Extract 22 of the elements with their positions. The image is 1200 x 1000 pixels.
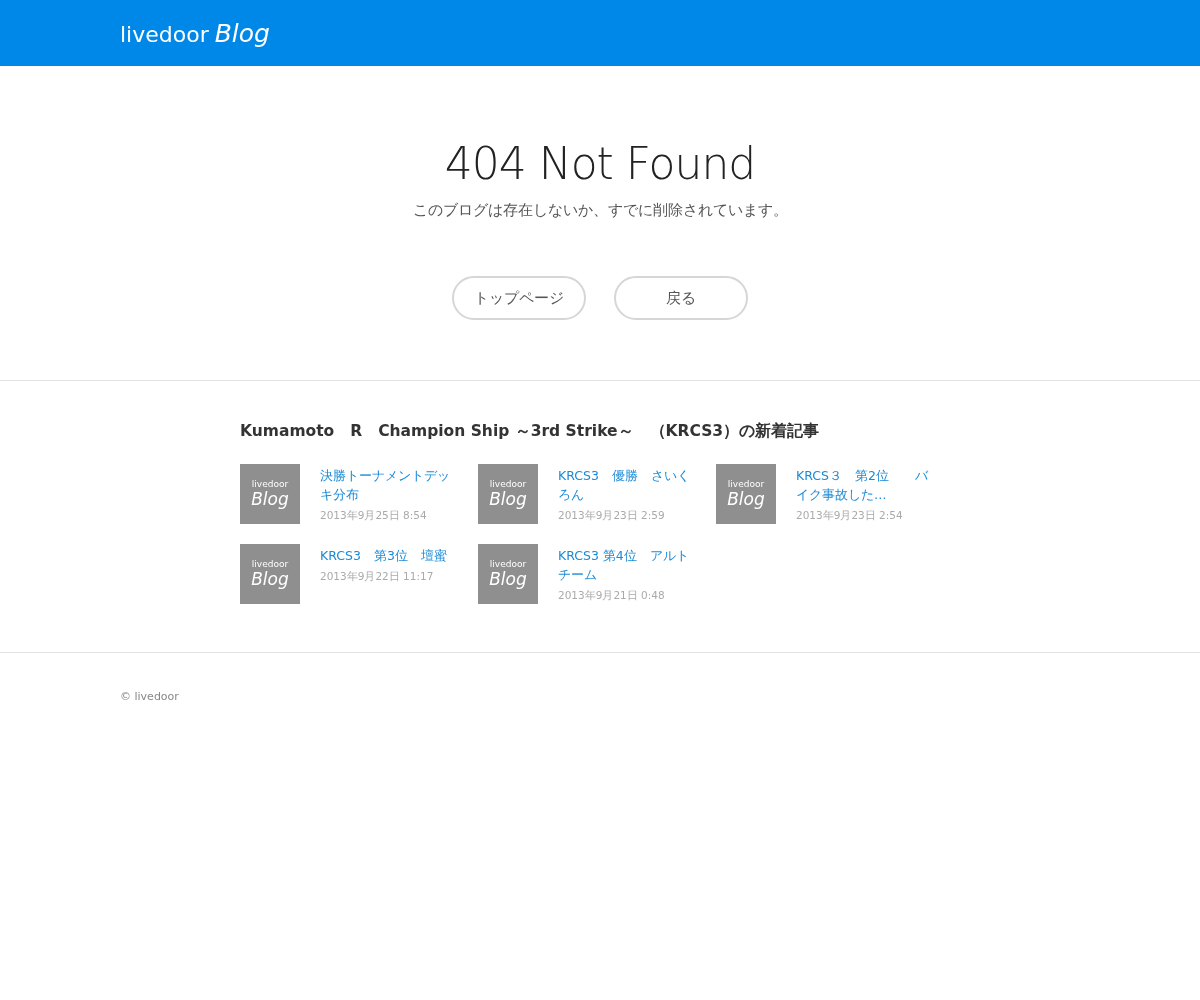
thumbnail-image[interactable]: livedoor Blog bbox=[240, 464, 300, 524]
article-link[interactable]: KRCS3 優勝 さいくろん bbox=[558, 466, 698, 504]
article-date: 2013年9月22日 11:17 bbox=[320, 570, 435, 584]
article-link[interactable]: 決勝トーナメントデッキ分布 bbox=[320, 466, 460, 504]
article-date: 2013年9月25日 8:54 bbox=[320, 509, 428, 523]
site-logo[interactable]: livedoor Blog bbox=[120, 18, 270, 48]
section-heading: Kumamoto R Champion Ship ～3rd Strike～ （KRCS3）の新着記事 bbox=[240, 421, 821, 442]
thumbnail-image[interactable]: livedoor Blog bbox=[240, 544, 300, 604]
article-date: 2013年9月23日 2:59 bbox=[558, 509, 666, 523]
error-message: このブログは存在しないか、すでに削除されています。 bbox=[411, 201, 789, 220]
back-button[interactable]: 戻る bbox=[614, 276, 748, 320]
copyright-text: © livedoor bbox=[120, 690, 179, 703]
article-link[interactable]: KRCS3 第3位 壇蜜 bbox=[320, 546, 460, 565]
thumbnail-image[interactable]: livedoor Blog bbox=[716, 464, 776, 524]
article-date: 2013年9月23日 2:54 bbox=[796, 509, 904, 523]
thumbnail-image[interactable]: livedoor Blog bbox=[478, 464, 538, 524]
top-page-button[interactable]: トップページ bbox=[452, 276, 586, 320]
error-title: 404 Not Found bbox=[443, 138, 757, 189]
article-date: 2013年9月21日 0:48 bbox=[558, 589, 666, 603]
article-link[interactable]: KRCS3 第4位 アルトチーム bbox=[558, 546, 698, 584]
thumbnail-image[interactable]: livedoor Blog bbox=[478, 544, 538, 604]
article-link[interactable]: KRCS３ 第2位 バイク事故した… bbox=[796, 466, 936, 504]
